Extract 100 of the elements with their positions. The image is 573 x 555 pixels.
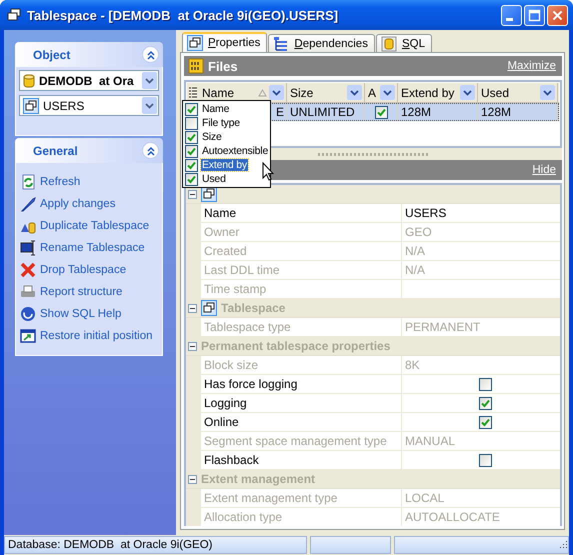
checkbox[interactable] xyxy=(479,396,492,410)
tree-icon xyxy=(273,36,290,52)
printer-icon xyxy=(20,284,36,300)
action-link[interactable]: Apply changes xyxy=(40,198,116,210)
action-link[interactable]: Restore initial position xyxy=(40,330,153,342)
checkmark-icon xyxy=(376,108,386,116)
action-link[interactable]: Rename Tablespace xyxy=(40,242,145,254)
files-icon xyxy=(188,58,204,74)
menu-item[interactable]: Name xyxy=(184,102,269,116)
help-icon xyxy=(20,306,36,322)
dropdown-button[interactable] xyxy=(460,85,475,100)
minimize-button[interactable] xyxy=(501,4,522,26)
dropdown-button[interactable] xyxy=(142,97,157,114)
collapse-button[interactable] xyxy=(188,474,197,484)
maximize-link[interactable]: Maximize xyxy=(507,60,556,72)
status-text: Database: DEMODB at Oracle 9i(GEO) xyxy=(4,536,307,554)
refresh-icon xyxy=(20,174,36,190)
collapse-button[interactable] xyxy=(188,342,197,350)
checkbox[interactable] xyxy=(185,130,198,144)
window-icon xyxy=(6,7,22,23)
database-icon xyxy=(23,72,35,88)
table-cell: UNLIMITED xyxy=(287,103,365,121)
chevron-down-icon xyxy=(145,78,154,84)
collapse-button[interactable] xyxy=(188,190,197,198)
property-name: Time stamp xyxy=(201,280,402,298)
checkbox[interactable] xyxy=(185,158,198,172)
object-combo[interactable]: USERS xyxy=(19,95,159,116)
property-value: AUTOALLOCATE xyxy=(405,510,500,524)
hide-link[interactable]: Hide xyxy=(532,164,556,176)
column-header[interactable]: A xyxy=(365,83,398,102)
dropdown-button[interactable] xyxy=(380,85,395,100)
checkmark-icon xyxy=(481,398,490,408)
checkbox[interactable] xyxy=(185,144,198,158)
property-name: Flashback xyxy=(201,451,402,469)
property-value: N/A xyxy=(405,244,426,258)
property-name: Allocation type xyxy=(201,508,402,526)
action-link[interactable]: Drop Tablespace xyxy=(40,264,126,276)
minus-icon xyxy=(188,342,197,350)
property-name: Block size xyxy=(201,356,402,374)
action-link[interactable]: Show SQL Help xyxy=(40,308,122,320)
checkbox[interactable] xyxy=(479,378,492,390)
property-name: Tablespace type xyxy=(201,318,402,336)
group-title: Tablespace xyxy=(221,301,286,315)
close-button[interactable] xyxy=(547,4,568,26)
column-header[interactable]: Extend by xyxy=(398,83,478,102)
minus-icon xyxy=(188,190,197,198)
chevron-down-icon xyxy=(543,90,552,96)
chevron-icon xyxy=(146,50,156,60)
delete-icon xyxy=(20,262,36,278)
tab[interactable]: Dependencies xyxy=(268,34,375,52)
checkbox[interactable] xyxy=(479,454,492,466)
group-title: Permanent tablespace properties xyxy=(201,339,390,353)
panel-title: Files xyxy=(208,58,239,74)
minimize-icon xyxy=(506,18,513,20)
property-value: N/A xyxy=(405,263,426,277)
panel-title: General xyxy=(33,144,78,158)
table-cell: 128M xyxy=(398,103,478,121)
chevron-down-icon xyxy=(350,90,359,96)
property-value: PERMANENT xyxy=(405,320,480,334)
dropdown-button[interactable] xyxy=(540,85,555,100)
checkbox[interactable] xyxy=(374,106,388,118)
group-title: Extent management xyxy=(201,472,316,486)
property-name: Logging xyxy=(201,394,402,412)
maximize-button[interactable] xyxy=(524,4,545,26)
collapse-button[interactable] xyxy=(142,142,159,159)
column-header[interactable]: Used xyxy=(478,83,558,102)
window-title: Tablespace - [DEMODB at Oracle 9i(GEO).USERS] xyxy=(27,8,340,22)
property-value: MANUAL xyxy=(405,434,456,448)
menu-item[interactable]: Autoextensible xyxy=(184,144,269,158)
property-name: Segment space management type xyxy=(201,432,402,450)
property-name: Has force logging xyxy=(201,375,402,393)
checkbox[interactable] xyxy=(479,416,492,428)
checkbox[interactable] xyxy=(185,172,198,186)
property-value: LOCAL xyxy=(405,491,444,505)
chevron-down-icon xyxy=(463,90,472,96)
database-combo[interactable]: DEMODB at Ora xyxy=(19,70,159,91)
collapse-button[interactable] xyxy=(142,46,159,63)
column-header[interactable]: Size xyxy=(287,83,365,102)
window-icon xyxy=(20,328,36,344)
checkbox[interactable] xyxy=(185,102,198,116)
pen-icon xyxy=(20,196,36,212)
chevron-down-icon xyxy=(145,102,154,108)
action-link[interactable]: Duplicate Tablespace xyxy=(40,220,150,232)
minus-icon xyxy=(188,474,197,484)
dropdown-button[interactable] xyxy=(347,85,362,100)
collapse-button[interactable] xyxy=(188,304,197,312)
property-name: Extent management type xyxy=(201,489,402,507)
table-cell: 128M xyxy=(478,103,558,121)
property-name: Created xyxy=(201,242,402,260)
menu-item[interactable]: Size xyxy=(184,130,269,144)
list-icon xyxy=(189,87,197,98)
action-link[interactable]: Report structure xyxy=(40,286,122,298)
checkbox[interactable] xyxy=(185,116,198,130)
property-value: 8K xyxy=(405,358,420,372)
tab[interactable]: Properties xyxy=(182,32,268,52)
dropdown-button[interactable] xyxy=(269,85,284,100)
tab[interactable]: SQL xyxy=(376,34,432,52)
action-link[interactable]: Refresh xyxy=(40,176,80,188)
property-value: GEO xyxy=(405,225,432,239)
dropdown-button[interactable] xyxy=(142,72,157,89)
